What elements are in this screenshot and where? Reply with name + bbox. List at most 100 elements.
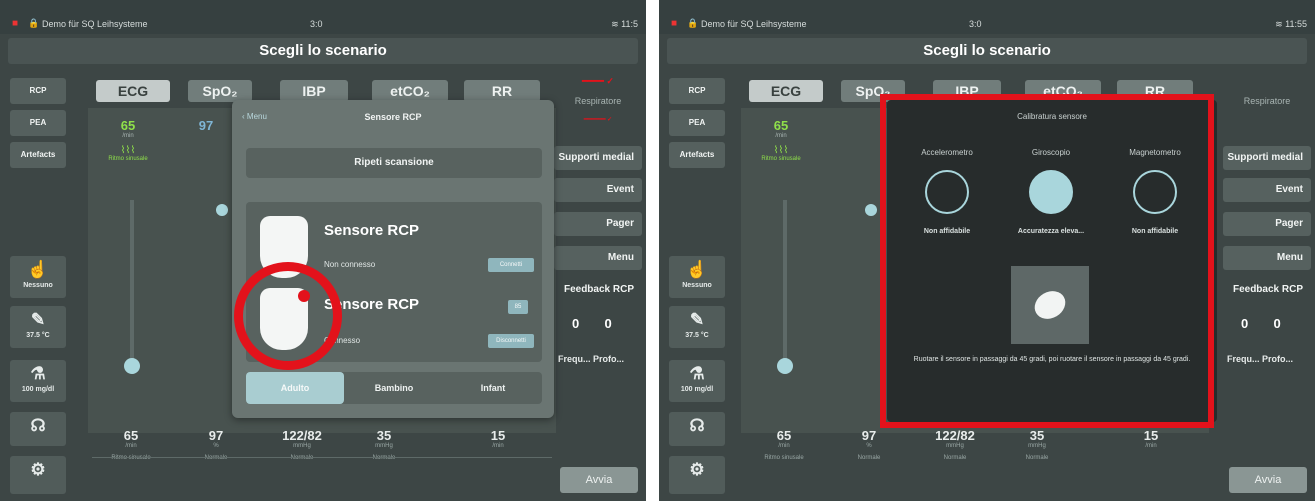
status-bar: ■ 🔒 Demo für SQ Leihsysteme 3:0 ≋ 11:55 (659, 0, 1315, 34)
lock-icon: 🔒 (687, 18, 699, 28)
divider (92, 457, 552, 458)
avvia-button[interactable]: Avvia (560, 467, 638, 493)
menu-button[interactable]: Menu (1223, 246, 1311, 270)
segment-bambino[interactable]: Bambino (345, 372, 443, 404)
page-title[interactable]: Scegli lo scenario (667, 38, 1307, 64)
side-glucose[interactable]: ⚗ 100 mg/dl (669, 360, 725, 402)
app-name: Demo für SQ Leihsysteme (42, 19, 148, 29)
ecg-value: 65 (773, 118, 789, 133)
slider-knob-2[interactable] (216, 204, 228, 216)
slider-track[interactable] (783, 200, 787, 370)
ecg-cell[interactable]: 65 /min ⌇⌇⌇ Ritmo sinusale (100, 118, 156, 162)
ecg-rhythm: Ritmo sinusale (108, 156, 148, 162)
side-nessuno[interactable]: ☝ Nessuno (669, 256, 725, 298)
tab-ecg[interactable]: ECG (749, 80, 823, 102)
spo2-cell[interactable]: 97 (186, 118, 226, 133)
record-icon: ■ (671, 18, 678, 29)
side-settings[interactable]: ⚙ (669, 456, 725, 494)
side-glucose[interactable]: ⚗ 100 mg/dl (10, 360, 66, 402)
tab-etco2[interactable]: etCO₂ (372, 80, 448, 102)
device-status: Non connesso (324, 260, 376, 269)
feedback-rcp-label: Feedback RCP (563, 284, 634, 295)
side-stethoscope[interactable]: ☊ (669, 412, 725, 446)
wifi-icon: ≋ (611, 19, 619, 29)
segment-adulto[interactable]: Adulto (246, 372, 344, 404)
tab-ecg[interactable]: ECG (96, 80, 170, 102)
event-button[interactable]: Event (1223, 178, 1311, 202)
spo2-value: 97 (198, 118, 214, 133)
glucose-icon: ⚗ (30, 364, 46, 383)
segment-infant[interactable]: Infant (444, 372, 542, 404)
menu-pea[interactable]: PEA (669, 110, 725, 136)
slider-knob-2[interactable] (865, 204, 877, 216)
supporti-button[interactable]: Supporti medial (554, 146, 642, 170)
bottom-vital-spo2: 97% Normale (857, 428, 881, 461)
ecg-cell[interactable]: 65 /min ⌇⌇⌇ Ritmo sinusale (753, 118, 809, 162)
pager-button[interactable]: Pager (554, 212, 642, 236)
menu-rcp[interactable]: RCP (669, 78, 725, 104)
age-segment: Adulto Bambino Infant (246, 372, 542, 404)
side-temperature[interactable]: ✎ 37.5 °C (669, 306, 725, 348)
status-center: 3:0 (969, 19, 982, 29)
bottom-vital-etco2: 35 mmHg Normale (1025, 428, 1049, 461)
tablet-left: ■ 🔒 Demo für SQ Leihsysteme 3:0 ≋ 11:5 S… (0, 0, 646, 501)
menu-artefacts[interactable]: Artefacts (10, 142, 66, 168)
ecg-wave-icon: ⌇⌇⌇ (773, 145, 789, 156)
settings-icon: ⚙ (689, 460, 705, 479)
ecg-unit: /min (775, 133, 787, 139)
tab-ibp[interactable]: IBP (280, 80, 348, 102)
right-red-status-2: ━━━━━━ ✓ (583, 117, 613, 123)
slider-knob[interactable] (777, 358, 793, 374)
tab-spo2[interactable]: SpO₂ (188, 80, 252, 102)
settings-icon: ⚙ (30, 460, 46, 479)
menu-artefacts[interactable]: Artefacts (669, 142, 725, 168)
bottom-vital-bp: 122/82 mmHg Normale (935, 428, 975, 461)
side-nessuno[interactable]: ☝ Nessuno (10, 256, 66, 298)
event-button[interactable]: Event (554, 178, 642, 202)
device-name: Sensore RCP (324, 222, 420, 239)
stethoscope-icon: ☊ (689, 416, 705, 435)
record-icon: ■ (12, 18, 19, 29)
hand-icon: ☝ (27, 260, 49, 279)
side-stethoscope[interactable]: ☊ (10, 412, 66, 446)
resp-label: Respiratore (1243, 96, 1291, 106)
disconnect-button[interactable]: Disconnetti (488, 334, 534, 348)
ecg-rhythm: Ritmo sinusale (761, 156, 801, 162)
slider-knob[interactable] (124, 358, 140, 374)
side-settings[interactable]: ⚙ (10, 456, 66, 494)
bottom-vital-rr: 15/min (1143, 428, 1159, 449)
menu-pea[interactable]: PEA (10, 110, 66, 136)
ecg-value: 65 (120, 118, 136, 133)
app-name: Demo für SQ Leihsysteme (701, 19, 807, 29)
lock-icon: 🔒 (28, 18, 40, 28)
supporti-button[interactable]: Supporti medial (1223, 146, 1311, 170)
stethoscope-icon: ☊ (30, 416, 46, 435)
resp-label: Respiratore (574, 96, 622, 106)
pager-button[interactable]: Pager (1223, 212, 1311, 236)
connect-button[interactable]: Connetti (488, 258, 534, 272)
slider-track[interactable] (130, 200, 134, 370)
status-center: 3:0 (310, 19, 323, 29)
glucose-icon: ⚗ (689, 364, 705, 383)
status-right: ≋ 11:55 (1275, 19, 1307, 29)
feedback-values: 0 0 (1241, 316, 1281, 331)
rescan-button[interactable]: Ripeti scansione (246, 148, 542, 178)
ecg-unit: /min (122, 133, 134, 139)
page-title[interactable]: Scegli lo scenario (8, 38, 638, 64)
menu-button[interactable]: Menu (554, 246, 642, 270)
avvia-button[interactable]: Avvia (1229, 467, 1307, 493)
status-bar: ■ 🔒 Demo für SQ Leihsysteme 3:0 ≋ 11:5 (0, 0, 646, 34)
hand-icon: ☝ (686, 260, 708, 279)
popover-title: Sensore RCP (364, 112, 422, 122)
battery-badge: 85 (508, 300, 528, 314)
freq-prof-labels: Frequ... Profo... (1227, 354, 1294, 364)
tab-rr[interactable]: RR (464, 80, 540, 102)
thermometer-icon: ✎ (30, 310, 46, 329)
side-temperature[interactable]: ✎ 37.5 °C (10, 306, 66, 348)
bottom-vital-rr: 15/min (490, 428, 506, 449)
wifi-icon: ≋ (1275, 19, 1283, 29)
menu-rcp[interactable]: RCP (10, 78, 66, 104)
highlight-box (880, 94, 1214, 428)
thermometer-icon: ✎ (689, 310, 705, 329)
bottom-vital-hr: 65/min Ritmo sinusale (764, 428, 804, 461)
